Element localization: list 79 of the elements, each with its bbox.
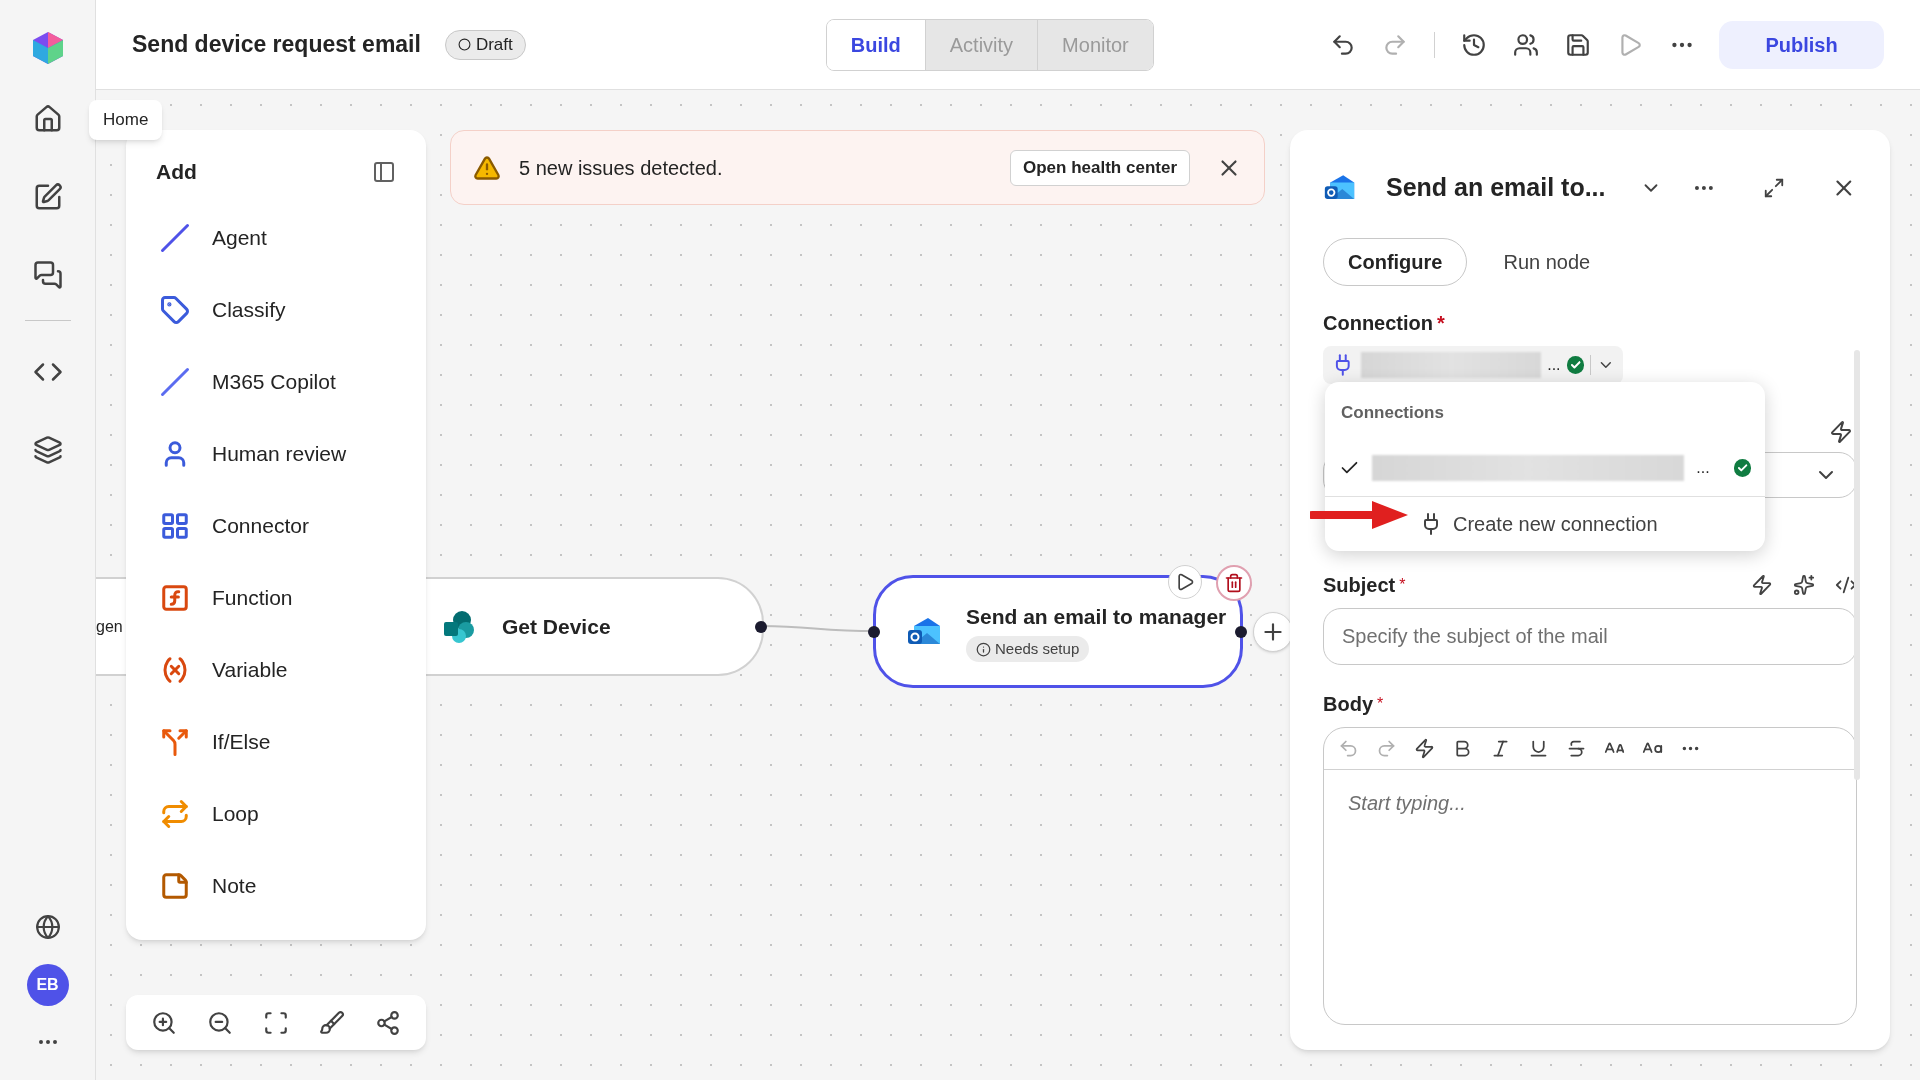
chat-icon[interactable] [32, 260, 63, 290]
globe-icon[interactable] [34, 914, 61, 940]
strikethrough-icon[interactable] [1566, 738, 1587, 759]
required-mark: * [1399, 575, 1406, 595]
run-button[interactable] [1168, 565, 1202, 599]
lightning-icon[interactable] [1751, 574, 1773, 596]
field-label: Body [1323, 692, 1373, 717]
fit-view-icon[interactable] [263, 1009, 289, 1036]
add-item[interactable]: Note [160, 849, 392, 922]
banner-message: 5 new issues detected. [519, 155, 723, 181]
field-label: Connection [1323, 311, 1433, 336]
loop-icon [160, 798, 190, 829]
flow-node[interactable]: Get Device [426, 577, 764, 676]
brush-icon[interactable] [319, 1009, 345, 1036]
panel-title: Add [156, 159, 197, 185]
home-icon[interactable] [32, 104, 63, 134]
status-text: Needs setup [995, 639, 1080, 659]
status-text: Draft [475, 33, 513, 56]
function-icon [160, 582, 190, 613]
add-item[interactable]: Human review [160, 417, 392, 490]
flow-title: Send device request email [132, 30, 421, 60]
trash-icon [1224, 573, 1244, 593]
add-item[interactable]: Classify [160, 273, 392, 346]
grid-icon [160, 510, 190, 541]
panel-tab[interactable]: Run node [1479, 238, 1615, 286]
code-icon[interactable] [1835, 574, 1857, 596]
circle-icon [457, 38, 471, 51]
field-label: Subject [1323, 573, 1396, 598]
user-avatar[interactable]: EB [26, 964, 69, 1006]
share-icon[interactable] [375, 1009, 401, 1036]
note-icon [160, 870, 190, 901]
add-item[interactable]: Agent [160, 201, 392, 274]
warning-icon [473, 153, 501, 182]
lightning-icon[interactable] [1414, 738, 1435, 759]
add-item[interactable]: If/Else [160, 705, 392, 778]
add-item[interactable]: Variable [160, 633, 392, 706]
info-icon [976, 641, 991, 657]
slash-icon [160, 222, 190, 253]
publish-button[interactable]: Publish [1719, 20, 1884, 69]
add-item[interactable]: Connector [160, 489, 392, 562]
play-icon [1175, 572, 1195, 592]
split-icon [160, 726, 190, 757]
body-editor[interactable]: Start typing... [1323, 727, 1857, 1025]
node-label: Get Device [502, 613, 611, 640]
panel-title: Send an email to... [1386, 172, 1606, 204]
zoom-out-icon[interactable] [207, 1009, 233, 1036]
health-center-button[interactable]: Open health center [1010, 149, 1190, 186]
node-label: gen [96, 616, 123, 637]
people-icon[interactable] [1513, 31, 1539, 58]
delete-button[interactable] [1216, 565, 1252, 601]
layers-icon[interactable] [32, 435, 63, 465]
connection-option[interactable]: ... [1325, 439, 1765, 496]
lightning-icon[interactable] [1829, 420, 1853, 444]
add-item[interactable]: Function [160, 561, 392, 634]
expand-icon[interactable] [1763, 176, 1786, 200]
tooltip: Home [89, 100, 163, 140]
dropdown-heading: Connections [1340, 402, 1445, 424]
underline-icon[interactable] [1528, 738, 1549, 759]
tag-icon [160, 294, 190, 325]
subject-field[interactable]: Specify the subject of the mail [1323, 608, 1857, 665]
body-text-field[interactable]: Start typing... [1324, 770, 1856, 1024]
create-connection-button[interactable]: Create new connection [1325, 496, 1765, 551]
history-icon[interactable] [1461, 31, 1487, 58]
required-mark: * [1437, 311, 1445, 336]
connection-select[interactable]: ... [1323, 346, 1623, 384]
add-node-button[interactable] [1253, 612, 1293, 652]
truncation-text: ... [1696, 457, 1710, 478]
add-item[interactable]: Loop [160, 777, 392, 850]
node-label: Send an email to manager [966, 603, 1227, 630]
add-item[interactable]: M365 Copilot [160, 345, 392, 418]
truncation-text: ... [1547, 355, 1561, 375]
flow-node[interactable]: gen [96, 577, 126, 676]
required-mark: * [1377, 694, 1384, 714]
zoom-in-icon[interactable] [151, 1009, 177, 1036]
flow-node[interactable]: Send an email to manager Needs setup [873, 575, 1243, 688]
sparkle-icon[interactable] [1793, 574, 1815, 596]
sharepoint-icon [442, 609, 476, 644]
panel-icon[interactable] [372, 159, 396, 184]
save-icon[interactable] [1565, 31, 1591, 58]
